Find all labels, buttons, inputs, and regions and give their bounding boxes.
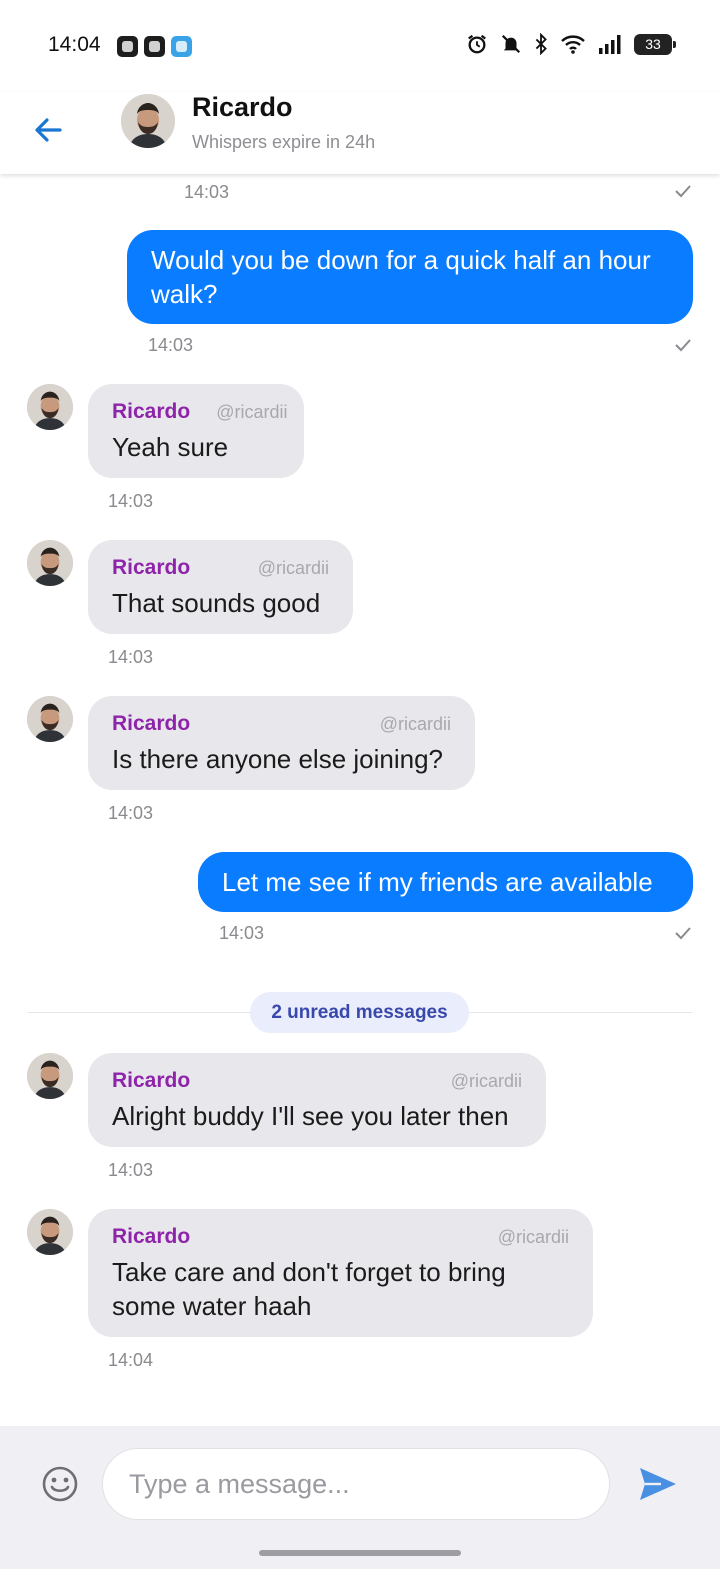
contact-avatar[interactable] <box>121 94 175 148</box>
sender-avatar[interactable] <box>27 384 73 430</box>
message-text: Would you be down for a quick half an ho… <box>151 245 651 309</box>
app-notification-icon <box>117 36 138 57</box>
message-text: Alright buddy I'll see you later then <box>112 1101 509 1131</box>
message-time: 14:03 <box>108 647 154 667</box>
incoming-message[interactable]: Ricardo @ricardii Take care and don't for… <box>88 1209 593 1337</box>
sender-handle: @ricardii <box>497 1227 569 1247</box>
incoming-message[interactable]: Ricardo @ricardii Is there anyone else jo… <box>88 696 475 790</box>
check-icon <box>675 339 691 352</box>
alarm-icon <box>468 34 486 54</box>
message-composer <box>0 1426 720 1569</box>
incoming-message[interactable]: Ricardo @ricardii Alright buddy I'll see … <box>88 1053 546 1147</box>
message-list[interactable]: 14:03 Would you be down for a quick half… <box>0 174 720 1426</box>
status-bar: 14:04 33 <box>0 0 720 92</box>
message-text: Take care and don't forget to bring some… <box>112 1257 506 1321</box>
bell-off-icon <box>501 34 521 54</box>
chat-header: Ricardo Whispers expire in 24h <box>0 92 720 174</box>
message-time: 14:03 <box>108 1160 154 1180</box>
emoji-button[interactable] <box>40 1464 80 1504</box>
expiry-subtitle: Whispers expire in 24h <box>192 132 376 152</box>
sender-handle: @ricardii <box>450 1071 522 1091</box>
outgoing-message[interactable]: Let me see if my friends are available <box>198 852 693 912</box>
arrow-left-icon <box>35 118 62 142</box>
contact-name[interactable]: Ricardo <box>192 92 293 123</box>
signal-icon <box>599 35 621 54</box>
message-text: Is there anyone else joining? <box>112 744 444 774</box>
message-time: 14:04 <box>108 1350 154 1370</box>
check-icon <box>675 927 691 940</box>
send-button[interactable] <box>638 1466 678 1502</box>
message-time: 14:03 <box>148 335 194 355</box>
home-indicator[interactable] <box>259 1550 461 1556</box>
wifi-icon <box>561 35 585 54</box>
status-icons: 33 <box>466 33 676 55</box>
sender-handle: @ricardii <box>257 558 329 578</box>
message-text: Yeah sure <box>112 432 229 462</box>
sender-name: Ricardo <box>112 556 191 579</box>
status-time: 14:04 <box>48 33 101 56</box>
sender-avatar[interactable] <box>27 1053 73 1099</box>
sender-name: Ricardo <box>112 400 191 423</box>
smiley-icon <box>42 1466 78 1502</box>
sender-avatar[interactable] <box>27 540 73 586</box>
message-time: 14:03 <box>184 182 230 202</box>
unread-messages-badge[interactable]: 2 unread messages <box>250 992 469 1033</box>
back-button[interactable] <box>24 106 72 154</box>
sender-avatar[interactable] <box>27 696 73 742</box>
incoming-message[interactable]: Ricardo @ricardii Yeah sure <box>88 384 304 478</box>
message-input[interactable] <box>102 1448 610 1520</box>
app-notification-icon <box>144 36 165 57</box>
sender-avatar[interactable] <box>27 1209 73 1255</box>
check-icon <box>675 185 691 198</box>
sender-name: Ricardo <box>112 1069 191 1092</box>
send-icon <box>640 1468 676 1500</box>
sender-name: Ricardo <box>112 712 191 735</box>
message-time: 14:03 <box>219 923 265 943</box>
sender-handle: @ricardii <box>216 402 288 422</box>
app-notification-icon <box>171 36 192 57</box>
message-text: Let me see if my friends are available <box>222 867 653 897</box>
battery-icon: 33 <box>634 33 676 55</box>
sender-handle: @ricardii <box>379 714 451 734</box>
message-time: 14:03 <box>108 803 154 823</box>
sender-name: Ricardo <box>112 1225 191 1248</box>
bluetooth-icon <box>535 33 547 55</box>
outgoing-message[interactable]: Would you be down for a quick half an ho… <box>127 230 693 324</box>
message-time: 14:03 <box>108 491 154 511</box>
incoming-message[interactable]: Ricardo @ricardii That sounds good <box>88 540 353 634</box>
message-text: That sounds good <box>112 588 321 618</box>
